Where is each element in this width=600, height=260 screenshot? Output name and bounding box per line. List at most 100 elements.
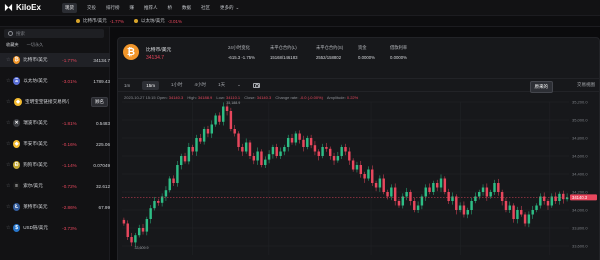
star-icon[interactable]: ☆ xyxy=(6,141,13,147)
y-tick-label: 34,800.0 xyxy=(572,136,588,141)
pair-row[interactable]: ☆ ₿ 比特币/美元 -1.77% 34134.7 xyxy=(0,53,110,67)
pair-row[interactable]: ☆ Ð 狗狗币/美元 -1.14% 0.07049 xyxy=(0,158,110,172)
star-icon[interactable]: ☆ xyxy=(6,204,13,210)
star-icon[interactable]: ☆ xyxy=(6,57,13,63)
timeframe-5[interactable]: ⌄ xyxy=(237,82,241,88)
nav-item-3[interactable]: 赚 xyxy=(130,5,135,11)
coin-icon: ◆ xyxy=(13,140,21,148)
search-box[interactable] xyxy=(4,29,104,38)
nav-item-8[interactable]: 更多的 xyxy=(220,5,234,11)
candle-body xyxy=(435,183,439,188)
candle-body xyxy=(420,196,424,206)
candle-body xyxy=(485,187,489,197)
candle-body xyxy=(374,183,378,188)
strip-item[interactable]: 以太坊/美元 -3.01% xyxy=(134,18,182,24)
candle-body xyxy=(340,147,343,156)
view-original-button[interactable]: 原来的 xyxy=(529,81,553,93)
strip-item[interactable]: 比特币/美元 -1.77% xyxy=(76,18,124,24)
stat-value: 15168/146183 xyxy=(270,55,298,60)
stat-block: 未平仓合约(L) 15168/146183 xyxy=(270,45,297,60)
sidebar-tab-1[interactable]: 一切永久 xyxy=(27,42,44,48)
candle-body xyxy=(264,159,267,165)
nav-item-7[interactable]: 社区 xyxy=(201,5,210,11)
stat-value: 0.0000% xyxy=(390,55,407,60)
nav-item-0[interactable]: 现货 xyxy=(62,2,77,13)
pair-price-value: 67.99 xyxy=(98,204,111,210)
star-icon[interactable]: ☆ xyxy=(6,120,13,126)
pair-badge[interactable]: 顾名 xyxy=(91,97,108,107)
nav-item-6[interactable]: 数据 xyxy=(182,5,191,11)
candle-body xyxy=(348,151,351,161)
y-tick-label: 34,400.0 xyxy=(572,172,588,177)
pair-change: -2.86% xyxy=(62,204,77,210)
pair-row[interactable]: ☆ $ USD链/美元 -3.73% xyxy=(0,221,110,235)
view-trading-button[interactable]: 交易视图 xyxy=(577,82,595,88)
strip-symbol: 以太坊/美元 xyxy=(141,18,165,23)
sidebar-tab-0[interactable]: 收藏夹 xyxy=(6,42,19,48)
timeframe-0[interactable]: 1m xyxy=(124,83,130,88)
search-input[interactable] xyxy=(16,31,96,36)
star-icon[interactable]: ☆ xyxy=(6,99,14,105)
pair-row[interactable]: ☆ Ξ 以太坊/美元 -3.01% 1789.43 xyxy=(0,74,110,88)
candle-body xyxy=(508,205,512,210)
candle-body xyxy=(351,160,355,170)
pair-price-value: 0.07049 xyxy=(93,162,111,168)
nav-item-5[interactable]: 桥 xyxy=(168,5,173,11)
star-icon[interactable]: ☆ xyxy=(6,225,13,231)
candle-body xyxy=(409,192,412,201)
candlestick-chart[interactable]: 35,200.0 35,000.0 34,800.0 34,600.0 34,400.0… xyxy=(118,98,600,260)
candle-body xyxy=(497,183,500,192)
pair-row[interactable]: ☆ ≡ 索尔/美元 -0.72% 32.612 xyxy=(0,179,110,193)
coin-dot-icon xyxy=(134,19,139,23)
candle-body xyxy=(359,165,363,174)
candle-body xyxy=(413,201,416,210)
market-sidebar: 收藏夹一切永久 ☆₿比特币/美元-1.77%34134.7☆Ξ以太坊/美元-3.… xyxy=(0,27,110,260)
chevron-down-icon[interactable]: ⌄ xyxy=(236,5,240,11)
candle-body xyxy=(550,196,554,206)
stat-value: 2552/158802 xyxy=(316,55,342,60)
timeframe-2[interactable]: 1小时 xyxy=(171,82,183,88)
star-icon[interactable]: ☆ xyxy=(6,162,13,168)
pair-title[interactable]: 比特币/美元 xyxy=(146,46,171,53)
candle-body xyxy=(313,145,317,152)
top-bar: KiloEx 现货 交投 排行榜 赚 推荐人 桥 数据 社区 更多的 ⌄ xyxy=(0,0,600,16)
candle-body xyxy=(199,138,202,142)
timeframe-4[interactable]: 1天 xyxy=(218,82,225,88)
pair-name: 瑞波币/美元 xyxy=(23,120,48,125)
star-icon[interactable]: ☆ xyxy=(6,78,13,84)
pair-row[interactable]: ☆ ✕ 瑞波币/美元 -1.81% 0.5483 xyxy=(0,116,110,130)
candle-body xyxy=(397,201,401,206)
timeframe-1[interactable]: 15m xyxy=(142,80,160,90)
star-icon[interactable]: ☆ xyxy=(6,183,13,189)
pair-row[interactable]: ☆◆宝明宝宝链接交易所/美元 顾名 xyxy=(0,95,110,109)
candle-body xyxy=(527,214,531,224)
pair-price-value: 34134.7 xyxy=(93,57,111,63)
candle-body xyxy=(378,178,382,188)
coin-icon: ₿ xyxy=(13,56,21,64)
candle-body xyxy=(267,154,271,160)
logo[interactable]: KiloEx xyxy=(4,3,62,12)
candle-body xyxy=(210,124,214,134)
candle-body xyxy=(432,183,435,192)
nav-item-4[interactable]: 推荐人 xyxy=(144,5,158,11)
candle-body xyxy=(256,151,259,161)
coin-icon: Ł xyxy=(13,203,21,211)
candle-body xyxy=(512,205,515,219)
candle-body xyxy=(241,147,244,152)
pair-row[interactable]: ☆ ◆ 币安币/美元 -0.16% 225.06 xyxy=(0,137,110,151)
candle-body xyxy=(458,205,462,210)
candle-body xyxy=(500,192,504,201)
pair-row[interactable]: ☆ Ł 莱特币/美元 -2.86% 67.99 xyxy=(0,200,110,214)
nav-item-2[interactable]: 排行榜 xyxy=(106,5,120,11)
pair-change: -1.77% xyxy=(62,57,77,63)
stat-value: 0.0000% xyxy=(358,55,375,60)
nav-item-1[interactable]: 交投 xyxy=(87,5,96,11)
candle-body xyxy=(195,138,198,152)
timeframe-3[interactable]: 4小时 xyxy=(195,82,207,88)
camera-icon[interactable] xyxy=(252,82,260,88)
candle-body xyxy=(145,219,149,232)
candle-body xyxy=(275,147,278,156)
candle-body xyxy=(179,156,183,165)
pair-change: -1.14% xyxy=(62,162,77,168)
candle-body xyxy=(191,147,194,152)
